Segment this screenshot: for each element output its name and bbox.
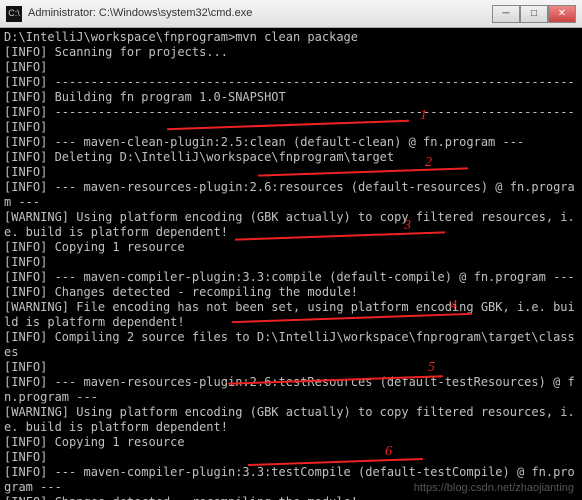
close-button[interactable]: ✕ xyxy=(548,5,576,23)
maximize-button[interactable]: □ xyxy=(520,5,548,23)
minimize-button[interactable]: ─ xyxy=(492,5,520,23)
terminal-output[interactable]: D:\IntelliJ\workspace\fnprogram>mvn clea… xyxy=(0,28,582,500)
cmd-icon: C:\ xyxy=(6,6,22,22)
window-controls: ─ □ ✕ xyxy=(492,5,576,23)
window-title: Administrator: C:\Windows\system32\cmd.e… xyxy=(28,6,252,21)
watermark-text: https://blog.csdn.net/zhaojianting xyxy=(414,481,574,496)
window-titlebar: C:\ Administrator: C:\Windows\system32\c… xyxy=(0,0,582,28)
